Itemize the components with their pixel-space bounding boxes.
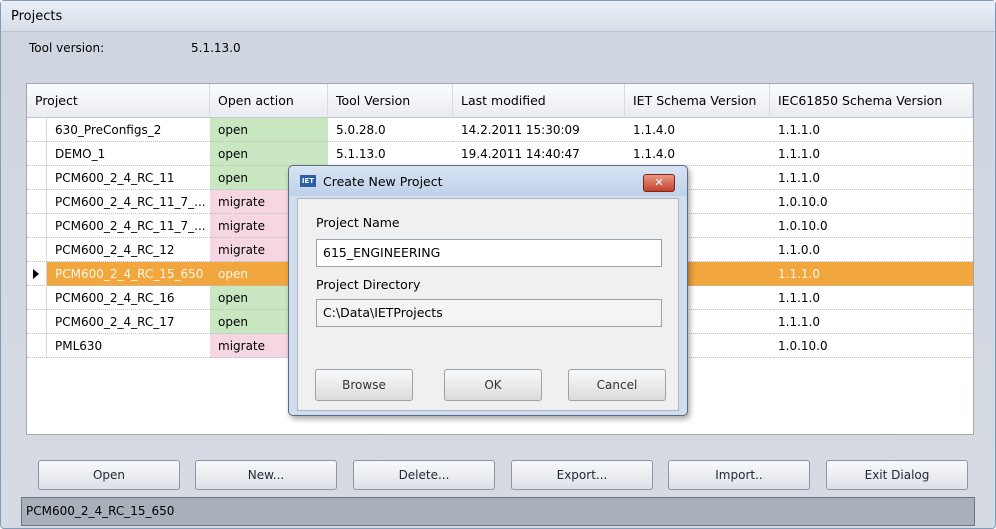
row-header[interactable] (27, 190, 47, 214)
status-text: PCM600_2_4_RC_15_650 (26, 504, 175, 518)
header-project[interactable]: Project (27, 84, 210, 117)
cell-project[interactable]: PCM600_2_4_RC_12 (47, 238, 210, 262)
cell-tool-version[interactable]: 5.1.13.0 (328, 142, 453, 166)
cell-project[interactable]: PCM600_2_4_RC_17 (47, 310, 210, 334)
cell-open-action[interactable]: open (210, 142, 328, 166)
cell-iec61850-schema[interactable]: 1.1.1.0 (770, 310, 973, 334)
cell-project[interactable]: PCM600_2_4_RC_11_7_... (47, 214, 210, 238)
cell-iec61850-schema[interactable]: 1.1.0.0 (770, 238, 973, 262)
row-header[interactable] (27, 286, 47, 310)
new-button[interactable]: New... (195, 460, 337, 490)
cell-iet-schema[interactable]: 1.1.4.0 (625, 118, 770, 142)
grid-header: Project Open action Tool Version Last mo… (27, 84, 973, 118)
cell-iec61850-schema[interactable]: 1.1.1.0 (770, 262, 973, 286)
cell-iec61850-schema[interactable]: 1.1.1.0 (770, 142, 973, 166)
row-header[interactable] (27, 310, 47, 334)
project-directory-field: C:\Data\IETProjects (316, 299, 662, 327)
cell-project[interactable]: 630_PreConfigs_2 (47, 118, 210, 142)
header-tool-version[interactable]: Tool Version (328, 84, 453, 117)
cell-iet-schema[interactable]: 1.1.4.0 (625, 142, 770, 166)
import-button[interactable]: Import.. (668, 460, 810, 490)
cell-iec61850-schema[interactable]: 1.1.1.0 (770, 166, 973, 190)
header-open-action[interactable]: Open action (210, 84, 328, 117)
row-header[interactable] (27, 238, 47, 262)
iet-app-icon: IET (300, 175, 316, 187)
cancel-button[interactable]: Cancel (568, 369, 666, 401)
cell-iec61850-schema[interactable]: 1.0.10.0 (770, 334, 973, 358)
cell-iec61850-schema[interactable]: 1.0.10.0 (770, 190, 973, 214)
cell-project[interactable]: PCM600_2_4_RC_16 (47, 286, 210, 310)
window-title: Projects (11, 9, 63, 24)
dialog-title-bar: IET Create New Project ✕ (289, 166, 687, 196)
dialog-title: Create New Project (323, 174, 443, 189)
cell-project[interactable]: PCM600_2_4_RC_15_650 (47, 262, 210, 286)
row-header[interactable] (27, 118, 47, 142)
open-button[interactable]: Open (38, 460, 180, 490)
exit-dialog-button[interactable]: Exit Dialog (826, 460, 968, 490)
cell-iec61850-schema[interactable]: 1.1.1.0 (770, 286, 973, 310)
table-row[interactable]: 630_PreConfigs_2 open 5.0.28.0 14.2.2011 15… (27, 118, 973, 142)
status-bar: PCM600_2_4_RC_15_650 (21, 497, 975, 526)
cell-project[interactable]: PCM600_2_4_RC_11 (47, 166, 210, 190)
create-project-dialog: IET Create New Project ✕ Project Name 61… (288, 165, 688, 416)
project-name-label: Project Name (316, 215, 400, 230)
project-directory-label: Project Directory (316, 277, 421, 292)
tool-version-value: 5.1.13.0 (191, 41, 241, 55)
header-iec61850-schema[interactable]: IEC61850 Schema Version (770, 84, 973, 117)
current-row-arrow-icon (33, 269, 39, 279)
header-iet-schema[interactable]: IET Schema Version (625, 84, 770, 117)
cell-project[interactable]: PCM600_2_4_RC_11_7_... (47, 190, 210, 214)
header-last-modified[interactable]: Last modified (453, 84, 625, 117)
cell-iec61850-schema[interactable]: 1.1.1.0 (770, 118, 973, 142)
tool-version-label: Tool version: (29, 41, 105, 55)
row-header[interactable] (27, 166, 47, 190)
row-header[interactable] (27, 262, 47, 286)
cell-iec61850-schema[interactable]: 1.0.10.0 (770, 214, 973, 238)
row-header[interactable] (27, 214, 47, 238)
cell-last-modified[interactable]: 19.4.2011 14:40:47 (453, 142, 625, 166)
cell-project[interactable]: DEMO_1 (47, 142, 210, 166)
cell-last-modified[interactable]: 14.2.2011 15:30:09 (453, 118, 625, 142)
cell-tool-version[interactable]: 5.0.28.0 (328, 118, 453, 142)
row-header[interactable] (27, 334, 47, 358)
ok-button[interactable]: OK (444, 369, 542, 401)
project-name-input[interactable]: 615_ENGINEERING (316, 239, 662, 267)
close-icon[interactable]: ✕ (643, 174, 675, 192)
title-bar: Projects (1, 1, 995, 32)
browse-button[interactable]: Browse (315, 369, 413, 401)
export-button[interactable]: Export... (511, 460, 653, 490)
dialog-body: Project Name 615_ENGINEERING Project Dir… (297, 198, 679, 411)
cell-project[interactable]: PML630 (47, 334, 210, 358)
cell-open-action[interactable]: open (210, 118, 328, 142)
table-row[interactable]: DEMO_1 open 5.1.13.0 19.4.2011 14:40:47 1.1.… (27, 142, 973, 166)
row-header[interactable] (27, 142, 47, 166)
delete-button[interactable]: Delete... (353, 460, 495, 490)
